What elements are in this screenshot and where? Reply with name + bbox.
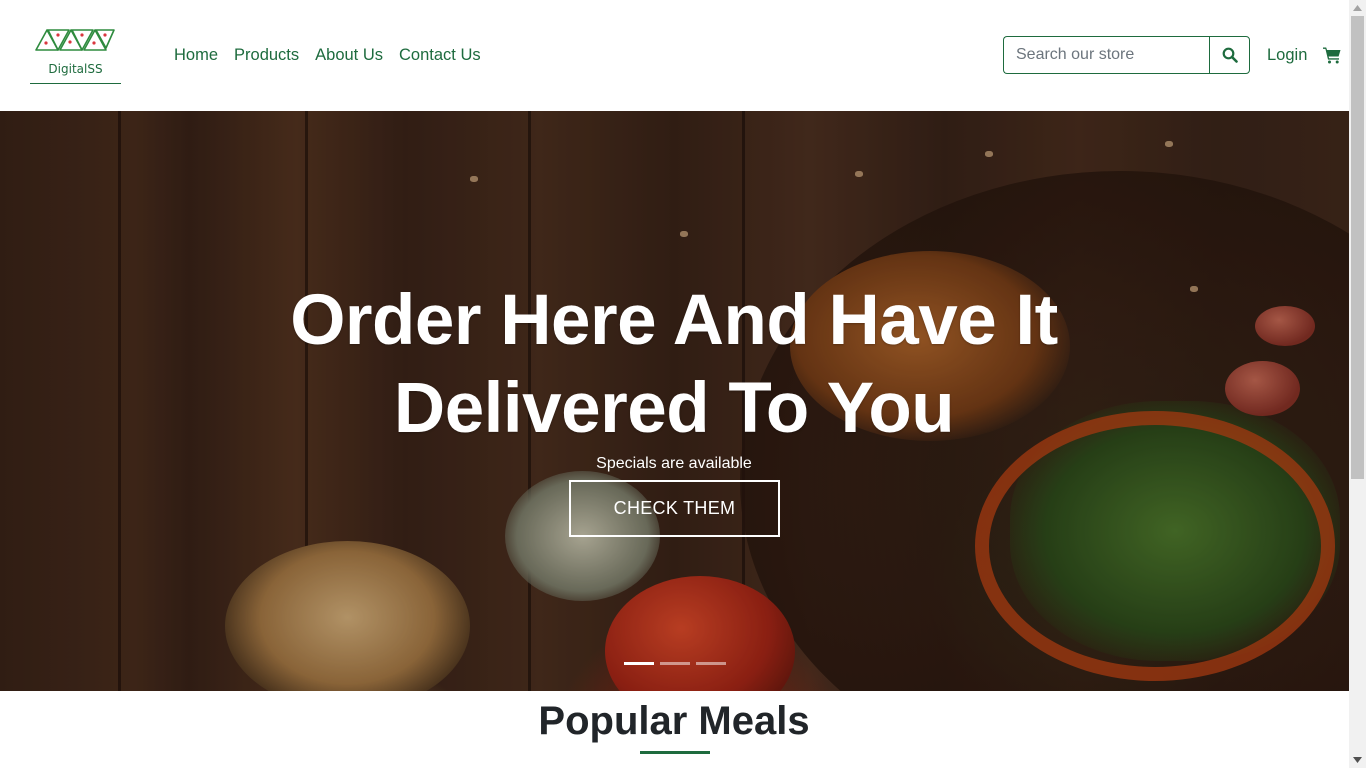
nav-about-us[interactable]: About Us xyxy=(315,45,383,65)
carousel-indicators xyxy=(624,662,732,665)
brand-logo[interactable]: DigitalSS xyxy=(30,26,121,86)
section-title: Popular Meals xyxy=(538,699,810,743)
navbar: DigitalSS Home Products About Us Contact… xyxy=(0,0,1349,111)
search-form xyxy=(1003,36,1250,74)
carousel-indicator[interactable] xyxy=(624,662,654,665)
check-them-button[interactable]: CHECK THEM xyxy=(569,480,780,537)
search-input[interactable] xyxy=(1003,36,1209,74)
main-nav: Home Products About Us Contact Us xyxy=(174,45,497,65)
scroll-up-arrow-icon[interactable] xyxy=(1349,0,1366,16)
brand-logo-underline xyxy=(30,83,121,84)
page: DigitalSS Home Products About Us Contact… xyxy=(0,0,1349,768)
hero-subtitle: Specials are available xyxy=(596,455,752,472)
brand-logo-text: DigitalSS xyxy=(48,62,103,76)
carousel-indicator[interactable] xyxy=(660,662,690,665)
cart-icon[interactable] xyxy=(1323,46,1341,64)
carousel-indicator[interactable] xyxy=(696,662,726,665)
nav-products[interactable]: Products xyxy=(234,45,299,65)
scrollbar-thumb[interactable] xyxy=(1351,16,1364,479)
nav-home[interactable]: Home xyxy=(174,45,218,65)
search-button[interactable] xyxy=(1209,36,1250,74)
pizza-logo-icon xyxy=(35,29,115,51)
hero-title: Order Here And Have It Delivered To You xyxy=(290,281,1058,448)
scroll-down-arrow-icon[interactable] xyxy=(1349,752,1366,768)
search-icon xyxy=(1222,47,1238,63)
hero-carousel: Order Here And Have It Delivered To You … xyxy=(0,111,1349,691)
section-title-underline xyxy=(640,751,710,754)
nav-contact-us[interactable]: Contact Us xyxy=(399,45,481,65)
login-link[interactable]: Login xyxy=(1267,45,1307,65)
